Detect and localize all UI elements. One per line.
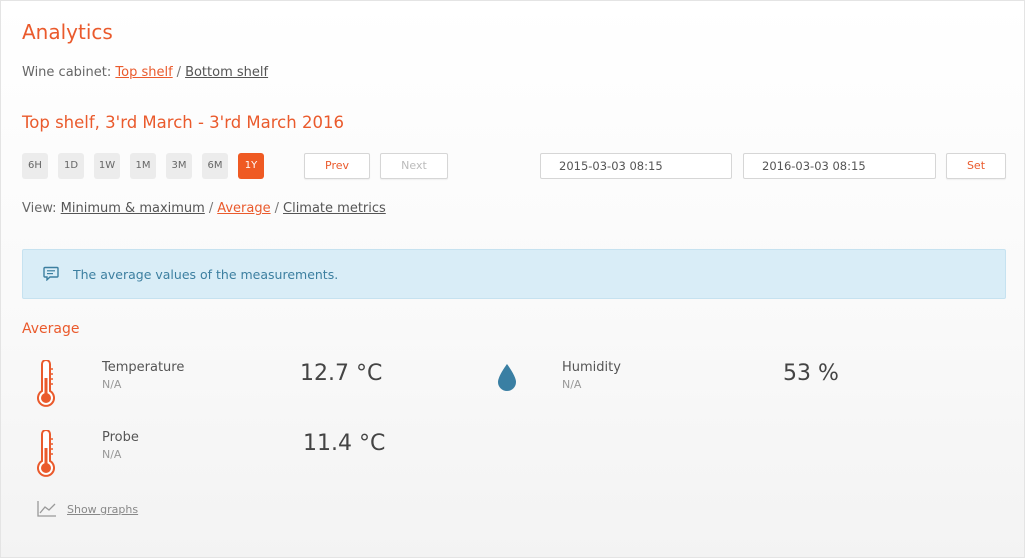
metric-name-humidity: Humidity <box>562 360 621 375</box>
metric-name-probe: Probe <box>102 430 139 445</box>
metric-name-temperature: Temperature <box>102 360 185 375</box>
view-link-average[interactable]: Average <box>217 201 270 216</box>
cabinet-label: Wine cabinet: <box>22 65 112 80</box>
metric-sub-probe: N/A <box>102 448 122 461</box>
date-to-field[interactable]: 2016-03-03 08:15 <box>743 153 936 179</box>
view-selector: View: Minimum & maximum / Average / Climate … <box>22 201 386 216</box>
next-button[interactable]: Next <box>380 153 448 179</box>
shelf-link-bottom[interactable]: Bottom shelf <box>185 65 268 80</box>
metric-sub-humidity: N/A <box>562 378 582 391</box>
range-button-6h[interactable]: 6H <box>22 153 48 179</box>
metric-value-humidity: 53 % <box>783 361 839 386</box>
page-title: Analytics <box>22 20 113 44</box>
range-button-6m[interactable]: 6M <box>202 153 228 179</box>
cabinet-selector: Wine cabinet: Top shelf / Bottom shelf <box>22 65 268 80</box>
comment-icon <box>43 266 59 285</box>
separator: / <box>274 201 279 216</box>
metric-value-temperature: 12.7 °C <box>300 361 383 386</box>
shelf-link-top[interactable]: Top shelf <box>115 65 172 80</box>
metric-value-probe: 11.4 °C <box>303 431 386 456</box>
view-label: View: <box>22 201 57 216</box>
period-title: Top shelf, 3'rd March - 3'rd March 2016 <box>22 113 344 132</box>
info-box: The average values of the measurements. <box>22 249 1006 299</box>
separator: / <box>208 201 214 216</box>
view-link-climate-metrics[interactable]: Climate metrics <box>283 201 386 216</box>
thermometer-icon <box>34 359 58 412</box>
set-button[interactable]: Set <box>946 153 1006 179</box>
range-button-1d[interactable]: 1D <box>58 153 84 179</box>
separator: / <box>176 65 182 80</box>
info-text: The average values of the measurements. <box>73 267 339 282</box>
show-graphs-link[interactable]: Show graphs <box>67 503 138 516</box>
range-button-1w[interactable]: 1W <box>94 153 120 179</box>
view-link-min-max[interactable]: Minimum & maximum <box>61 201 205 216</box>
prev-button[interactable]: Prev <box>304 153 370 179</box>
range-button-1y[interactable]: 1Y <box>238 153 264 179</box>
droplet-icon <box>496 363 518 397</box>
date-from-field[interactable]: 2015-03-03 08:15 <box>540 153 732 179</box>
line-chart-icon[interactable] <box>37 500 57 522</box>
range-button-3m[interactable]: 3M <box>166 153 192 179</box>
thermometer-icon <box>34 429 58 482</box>
section-title: Average <box>22 321 80 337</box>
metric-sub-temperature: N/A <box>102 378 122 391</box>
range-button-1m[interactable]: 1M <box>130 153 156 179</box>
